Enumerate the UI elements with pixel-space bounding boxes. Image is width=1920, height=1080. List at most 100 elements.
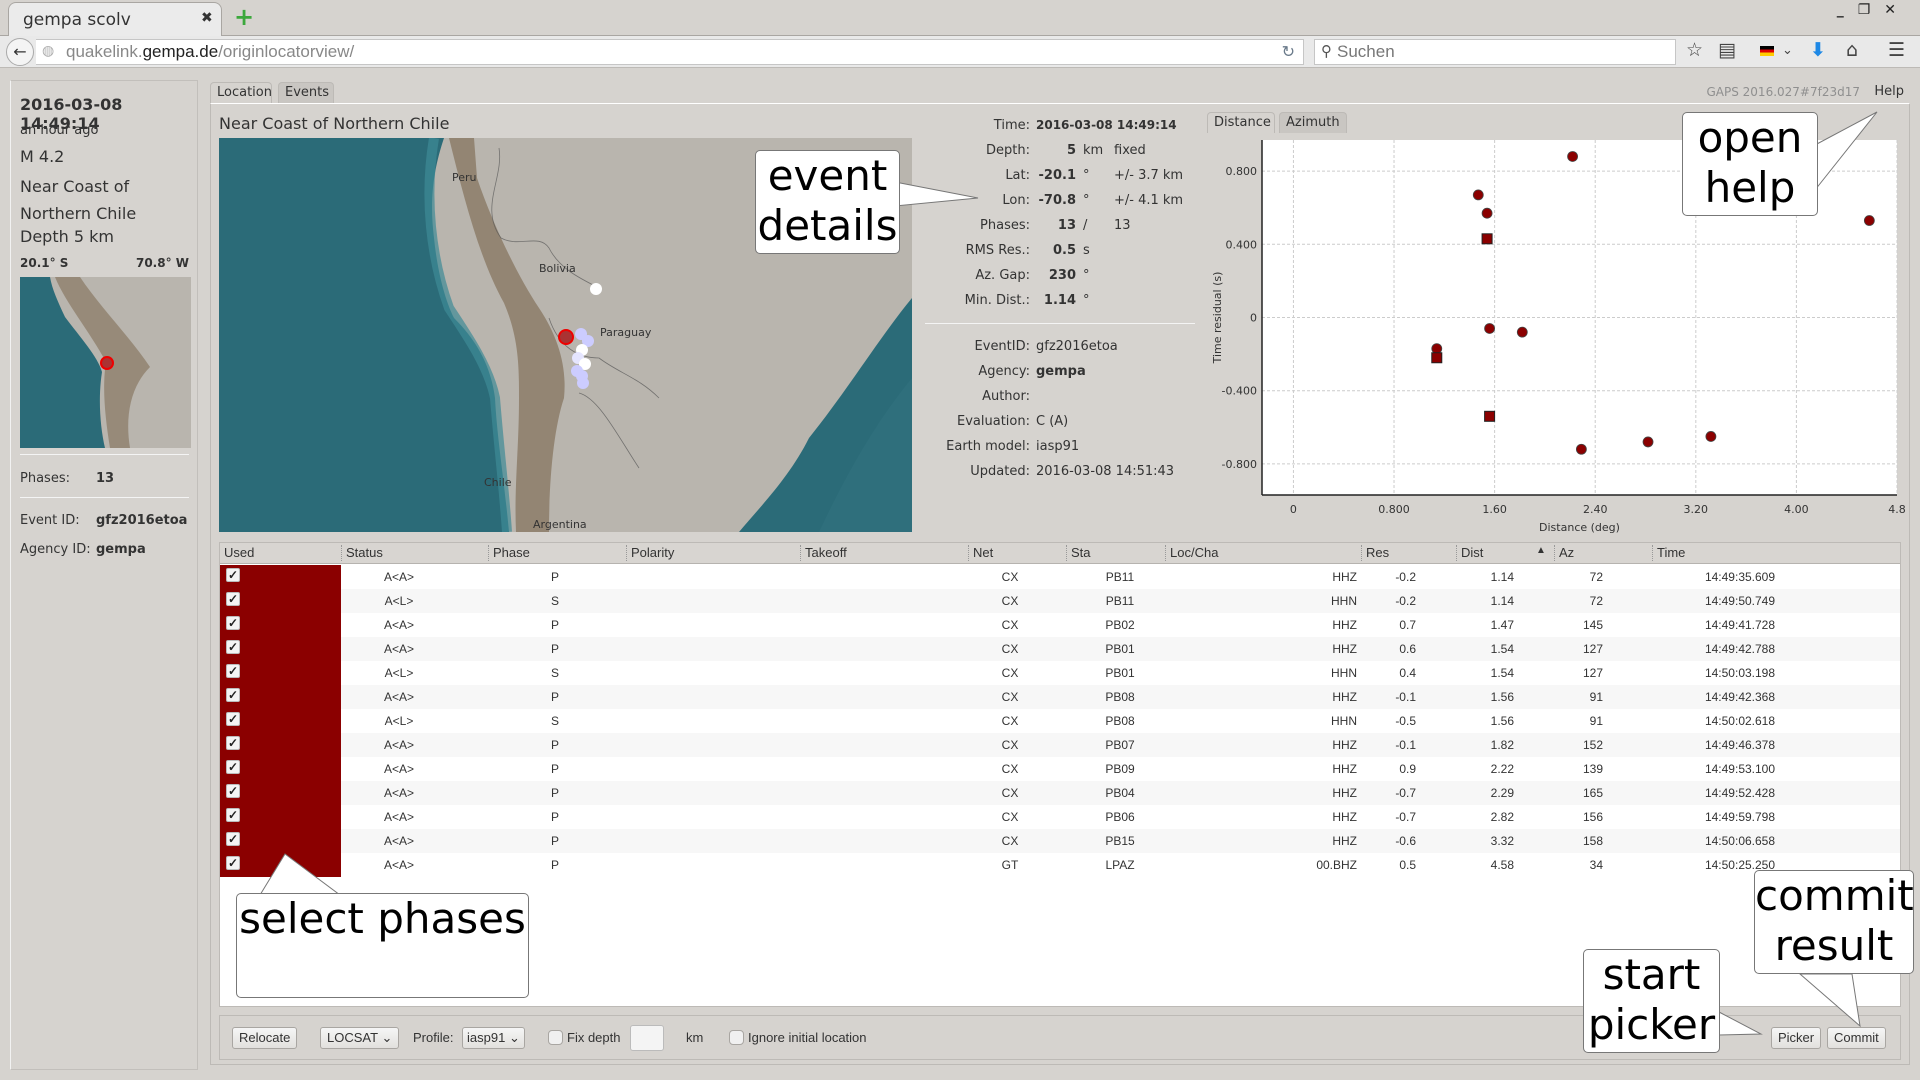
restore-icon[interactable]: ❐: [1858, 2, 1885, 18]
help-link[interactable]: Help: [1874, 84, 1904, 99]
ignore-initial-checkbox[interactable]: [729, 1030, 744, 1045]
fix-depth-checkbox[interactable]: [548, 1030, 563, 1045]
flag-de-icon[interactable]: [1760, 46, 1774, 56]
picker-button[interactable]: Picker: [1771, 1027, 1822, 1049]
used-checkbox[interactable]: ✓: [226, 712, 240, 726]
download-icon[interactable]: ⬇: [1810, 39, 1826, 61]
cell-az: 145: [1582, 618, 1603, 632]
station-marker[interactable]: [590, 283, 602, 295]
fix-depth-input[interactable]: [630, 1025, 664, 1051]
tab-azimuth[interactable]: Azimuth: [1279, 112, 1347, 133]
relocate-button[interactable]: Relocate: [232, 1027, 298, 1049]
used-checkbox[interactable]: ✓: [226, 664, 240, 678]
new-tab-icon[interactable]: +: [234, 3, 254, 31]
column-header-time[interactable]: Time: [1652, 545, 1685, 561]
column-header-phase[interactable]: Phase: [488, 545, 530, 561]
table-row[interactable]: ✓ A<A> P CX PB01 HHZ 0.6 1.54 127 14:49:42.788: [220, 637, 1900, 661]
event-marker[interactable]: [558, 329, 574, 345]
data-point-p[interactable]: [1481, 207, 1493, 219]
table-row[interactable]: ✓ A<A> P CX PB06 HHZ -0.7 2.82 156 14:49:59.798: [220, 805, 1900, 829]
data-point-p[interactable]: [1642, 436, 1654, 448]
table-row[interactable]: ✓ A<L> S CX PB08 HHN -0.5 1.56 91 14:50:02.618: [220, 709, 1900, 733]
used-checkbox[interactable]: ✓: [226, 640, 240, 654]
used-checkbox[interactable]: ✓: [226, 592, 240, 606]
tab-distance[interactable]: Distance: [1207, 112, 1275, 133]
tab-location[interactable]: Location: [210, 82, 272, 103]
cell-net: CX: [1001, 810, 1019, 824]
data-point-p[interactable]: [1567, 151, 1578, 162]
used-checkbox[interactable]: ✓: [226, 856, 240, 870]
callout-start-picker: start picker: [1583, 949, 1720, 1053]
cell-sta: PB09: [1105, 762, 1135, 776]
minimize-icon[interactable]: _: [1837, 2, 1858, 18]
cell-sta: PB04: [1105, 786, 1135, 800]
table-row[interactable]: ✓ A<A> P CX PB02 HHZ 0.7 1.47 145 14:49:41.728: [220, 613, 1900, 637]
cell-phase: S: [550, 594, 559, 608]
table-row[interactable]: ✓ A<L> S CX PB11 HHN -0.2 1.14 72 14:49:50.749: [220, 589, 1900, 613]
locator-select[interactable]: LOCSAT ⌄: [320, 1027, 400, 1049]
used-checkbox[interactable]: ✓: [226, 688, 240, 702]
used-checkbox[interactable]: ✓: [226, 568, 240, 582]
phases-value: 13: [96, 471, 115, 486]
data-point-s[interactable]: [1484, 410, 1496, 422]
data-point-p[interactable]: [1705, 431, 1717, 442]
table-row[interactable]: ✓ A<A> P CX PB07 HHZ -0.1 1.82 152 14:49:46.378: [220, 733, 1900, 757]
column-header-dist[interactable]: Dist: [1456, 545, 1483, 561]
column-header-polarity[interactable]: Polarity: [626, 545, 674, 561]
used-checkbox[interactable]: ✓: [226, 784, 240, 798]
column-header-loccha[interactable]: Loc/Cha: [1165, 545, 1218, 561]
used-checkbox[interactable]: ✓: [226, 616, 240, 630]
used-checkbox[interactable]: ✓: [226, 736, 240, 750]
data-point-p[interactable]: [1575, 443, 1587, 455]
used-checkbox[interactable]: ✓: [226, 832, 240, 846]
meta-label: Updated:: [970, 464, 1030, 479]
reading-list-icon[interactable]: ▤: [1718, 39, 1736, 61]
table-row[interactable]: ✓ A<A> P GT LPAZ 00.BHZ 0.5 4.58 34 14:50:25.250: [220, 853, 1900, 877]
column-header-net[interactable]: Net: [968, 545, 993, 561]
table-row[interactable]: ✓ A<L> S CX PB01 HHN 0.4 1.54 127 14:50:03.198: [220, 661, 1900, 685]
table-row[interactable]: ✓ A<A> P CX PB15 HHZ -0.6 3.32 158 14:50:06.658: [220, 829, 1900, 853]
used-checkbox[interactable]: ✓: [226, 760, 240, 774]
column-header-takeoff[interactable]: Takeoff: [800, 545, 847, 561]
agency-id-value: gempa: [96, 542, 146, 557]
tab-events[interactable]: Events: [278, 82, 334, 103]
bookmark-star-icon[interactable]: ☆: [1686, 39, 1703, 61]
home-icon[interactable]: ⌂: [1846, 39, 1858, 61]
data-point-s[interactable]: [1431, 352, 1443, 364]
close-tab-icon[interactable]: ✖: [201, 10, 213, 26]
data-point-s[interactable]: [1481, 233, 1493, 245]
chevron-down-icon[interactable]: ⌄: [1782, 43, 1793, 58]
column-header-res[interactable]: Res: [1361, 545, 1389, 561]
cell-status: A<A>: [383, 834, 415, 848]
data-point-p[interactable]: [1472, 189, 1484, 201]
event-id-label: Event ID:: [20, 513, 80, 528]
cell-time: 14:49:46.378: [1704, 738, 1776, 752]
mini-map[interactable]: [20, 277, 191, 448]
data-point-p[interactable]: [1484, 323, 1495, 334]
back-icon[interactable]: ←: [6, 38, 34, 66]
column-header-status[interactable]: Status: [341, 545, 383, 561]
station-marker[interactable]: [577, 377, 589, 389]
search-input[interactable]: ⚲ Suchen: [1314, 39, 1676, 65]
commit-button[interactable]: Commit: [1827, 1027, 1886, 1049]
reload-icon[interactable]: ↻: [1282, 42, 1295, 61]
url-text[interactable]: quakelink.gempa.de/originlocatorview/: [66, 42, 354, 62]
used-checkbox[interactable]: ✓: [226, 808, 240, 822]
column-header-az[interactable]: Az: [1554, 545, 1574, 561]
table-row[interactable]: ✓ A<A> P CX PB09 HHZ 0.9 2.22 139 14:49:53.100: [220, 757, 1900, 781]
menu-icon[interactable]: ☰: [1888, 39, 1905, 61]
cell-res: -0.2: [1395, 570, 1416, 584]
data-point-p[interactable]: [1516, 326, 1528, 338]
browser-tab[interactable]: gempa scolv ✖: [8, 2, 222, 36]
close-window-icon[interactable]: ✕: [1884, 2, 1910, 18]
column-header-used[interactable]: Used: [220, 545, 254, 561]
data-point-p[interactable]: [1431, 343, 1443, 355]
meta-label: Earth model:: [946, 439, 1030, 454]
table-row[interactable]: ✓ A<A> P CX PB11 HHZ -0.2 1.14 72 14:49:35.609: [220, 565, 1900, 589]
table-row[interactable]: ✓ A<A> P CX PB08 HHZ -0.1 1.56 91 14:49:42.368: [220, 685, 1900, 709]
url-bar[interactable]: ◍ quakelink.gempa.de/originlocatorview/ …: [36, 39, 1304, 65]
profile-select[interactable]: iasp91 ⌄: [462, 1027, 525, 1049]
column-header-sta[interactable]: Sta: [1066, 545, 1091, 561]
data-point-p[interactable]: [1863, 215, 1875, 226]
table-row[interactable]: ✓ A<A> P CX PB04 HHZ -0.7 2.29 165 14:49:52.428: [220, 781, 1900, 805]
